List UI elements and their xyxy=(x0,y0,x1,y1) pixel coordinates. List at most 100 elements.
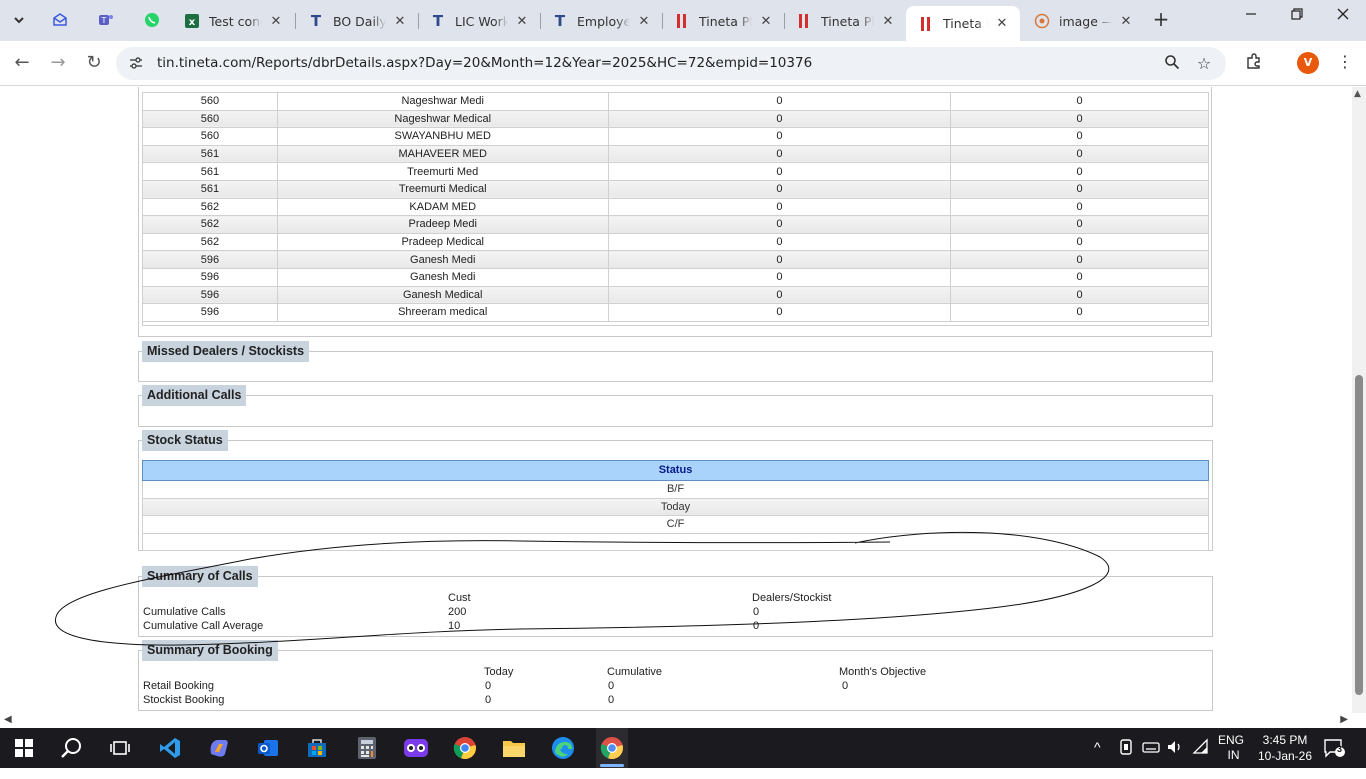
close-icon[interactable]: ✕ xyxy=(994,16,1010,31)
tray-device-icon[interactable] xyxy=(1118,738,1134,778)
extensions-icon[interactable] xyxy=(1243,52,1265,74)
game-controller-icon xyxy=(404,739,428,757)
notification-button[interactable]: 3 xyxy=(1324,738,1346,778)
windows-logo-icon xyxy=(15,739,33,757)
vertical-scrollbar[interactable]: ▲ xyxy=(1352,87,1366,713)
taskbar-file-explorer[interactable] xyxy=(498,734,530,762)
close-icon[interactable]: ✕ xyxy=(880,14,896,29)
calculator-icon xyxy=(358,737,376,759)
back-button[interactable]: ← xyxy=(10,52,34,76)
speaker-icon[interactable] xyxy=(1166,738,1184,778)
clock[interactable]: 3:45 PM 10-Jan-26 xyxy=(1250,732,1320,772)
close-icon[interactable]: ✕ xyxy=(636,14,652,29)
url-text[interactable]: tin.tineta.com/Reports/dbrDetails.aspx?D… xyxy=(157,55,812,71)
zoom-icon[interactable] xyxy=(1162,54,1182,74)
language-indicator[interactable]: ENG IN xyxy=(1218,733,1244,773)
scrollbar-thumb[interactable] xyxy=(1355,375,1363,695)
scroll-up-icon[interactable]: ▲ xyxy=(1354,89,1361,99)
clock-time: 3:45 PM xyxy=(1262,733,1308,747)
reload-icon: ↻ xyxy=(86,52,102,73)
outlook-icon xyxy=(258,740,278,756)
browser-toolbar: ← → ↻ tin.tineta.com/Reports/dbrDetails.… xyxy=(0,41,1366,86)
page-viewport: 560 Nageshwar Medi 0 0 560 Nageshwar Medical 0… xyxy=(0,87,1352,713)
close-window-button[interactable] xyxy=(1320,8,1366,32)
scroll-left-icon[interactable]: ◀ xyxy=(4,714,12,725)
close-icon[interactable]: ✕ xyxy=(268,14,284,29)
active-app-indicator xyxy=(600,764,624,767)
search-icon xyxy=(61,738,81,758)
taskbar-chrome-active[interactable] xyxy=(596,728,628,768)
close-icon xyxy=(1337,8,1349,20)
restore-icon xyxy=(1291,8,1303,20)
horizontal-scrollbar[interactable]: ◀ ▶ xyxy=(0,713,1352,728)
tab-tineta-ph-2[interactable]: Tineta Ph ✕ xyxy=(784,6,906,36)
vscode-icon xyxy=(160,738,180,758)
tineta-t-icon: T xyxy=(554,12,566,30)
tineta-t-icon: T xyxy=(432,12,444,30)
tab-title: BO Daily xyxy=(333,13,386,29)
close-icon[interactable]: ✕ xyxy=(758,14,774,29)
task-view-icon xyxy=(110,741,130,755)
forward-button[interactable]: → xyxy=(46,52,70,76)
tab-strip: T x Test cond ✕ T BO Daily ✕ T LIC Work … xyxy=(0,0,1366,41)
tray-overflow-icon[interactable]: ^ xyxy=(1094,739,1101,779)
close-icon[interactable]: ✕ xyxy=(1118,14,1134,29)
address-bar[interactable]: tin.tineta.com/Reports/dbrDetails.aspx?D… xyxy=(116,47,1226,80)
clock-date: 10-Jan-26 xyxy=(1257,749,1313,763)
hand-drawn-circle-annotation xyxy=(54,531,1110,646)
minimize-icon xyxy=(1246,13,1256,15)
teams-icon: T xyxy=(99,15,113,25)
taskbar-vscode[interactable] xyxy=(154,734,186,762)
tab-title: LIC Work xyxy=(455,13,508,29)
scroll-right-icon[interactable]: ▶ xyxy=(1340,714,1348,725)
close-icon[interactable]: ✕ xyxy=(392,14,408,29)
tab-title: Tineta Ph xyxy=(699,13,752,29)
restore-button[interactable] xyxy=(1274,8,1320,32)
taskbar-store[interactable] xyxy=(301,734,333,762)
tab-bo-daily[interactable]: T BO Daily ✕ xyxy=(296,6,418,36)
minimize-button[interactable] xyxy=(1228,8,1274,32)
tab-search-button[interactable] xyxy=(6,8,32,32)
pinned-tab-whatsapp[interactable] xyxy=(138,8,166,32)
taskbar-game-app[interactable] xyxy=(400,734,432,762)
chevron-down-icon xyxy=(14,17,24,24)
tab-title: Employee xyxy=(577,13,630,29)
close-icon[interactable]: ✕ xyxy=(514,14,530,29)
tab-tineta-ph-active[interactable]: Tineta Ph ✕ xyxy=(906,6,1020,41)
pinned-tab-outlook[interactable] xyxy=(46,8,74,32)
tab-title: Test cond xyxy=(209,13,262,29)
taskbar-calculator[interactable] xyxy=(351,734,383,762)
tray-keyboard-icon[interactable] xyxy=(1142,738,1160,778)
store-icon xyxy=(308,739,326,757)
tab-employee[interactable]: T Employee ✕ xyxy=(540,6,662,36)
tab-lic-work[interactable]: T LIC Work ✕ xyxy=(418,6,540,36)
tineta-bars-icon xyxy=(674,13,690,29)
site-info-icon[interactable] xyxy=(128,55,144,71)
region-code: IN xyxy=(1227,748,1240,762)
taskbar-outlook[interactable] xyxy=(252,734,284,762)
notification-count: 3 xyxy=(1337,744,1343,754)
taskbar-chrome[interactable] xyxy=(449,734,481,762)
taskbar-copilot[interactable] xyxy=(203,734,235,762)
task-view-button[interactable] xyxy=(104,734,136,762)
start-button[interactable] xyxy=(8,734,40,762)
taskbar-edge[interactable] xyxy=(547,734,579,762)
new-tab-button[interactable]: + xyxy=(1150,9,1172,31)
edge-icon xyxy=(552,737,574,759)
tab-tineta-ph-1[interactable]: Tineta Ph ✕ xyxy=(662,6,784,36)
reload-button[interactable]: ↻ xyxy=(82,52,106,76)
profile-avatar[interactable]: V xyxy=(1297,52,1319,74)
tab-image[interactable]: image — ✕ xyxy=(1022,6,1144,36)
search-button[interactable] xyxy=(56,734,88,762)
browser-menu-icon[interactable]: ⋮ xyxy=(1334,52,1356,74)
wifi-icon[interactable] xyxy=(1192,738,1210,778)
arrow-right-icon: → xyxy=(50,52,66,73)
bookmark-star-icon[interactable]: ☆ xyxy=(1194,54,1214,74)
tab-test-cond[interactable]: x Test cond ✕ xyxy=(172,6,294,36)
tab-title: image — xyxy=(1059,13,1112,29)
tineta-t-icon: T xyxy=(310,12,322,30)
tab-title: Tineta Ph xyxy=(821,13,874,29)
pinned-tab-teams[interactable]: T xyxy=(92,8,120,32)
chrome-icon xyxy=(453,737,476,760)
svg-text:x: x xyxy=(189,17,196,28)
